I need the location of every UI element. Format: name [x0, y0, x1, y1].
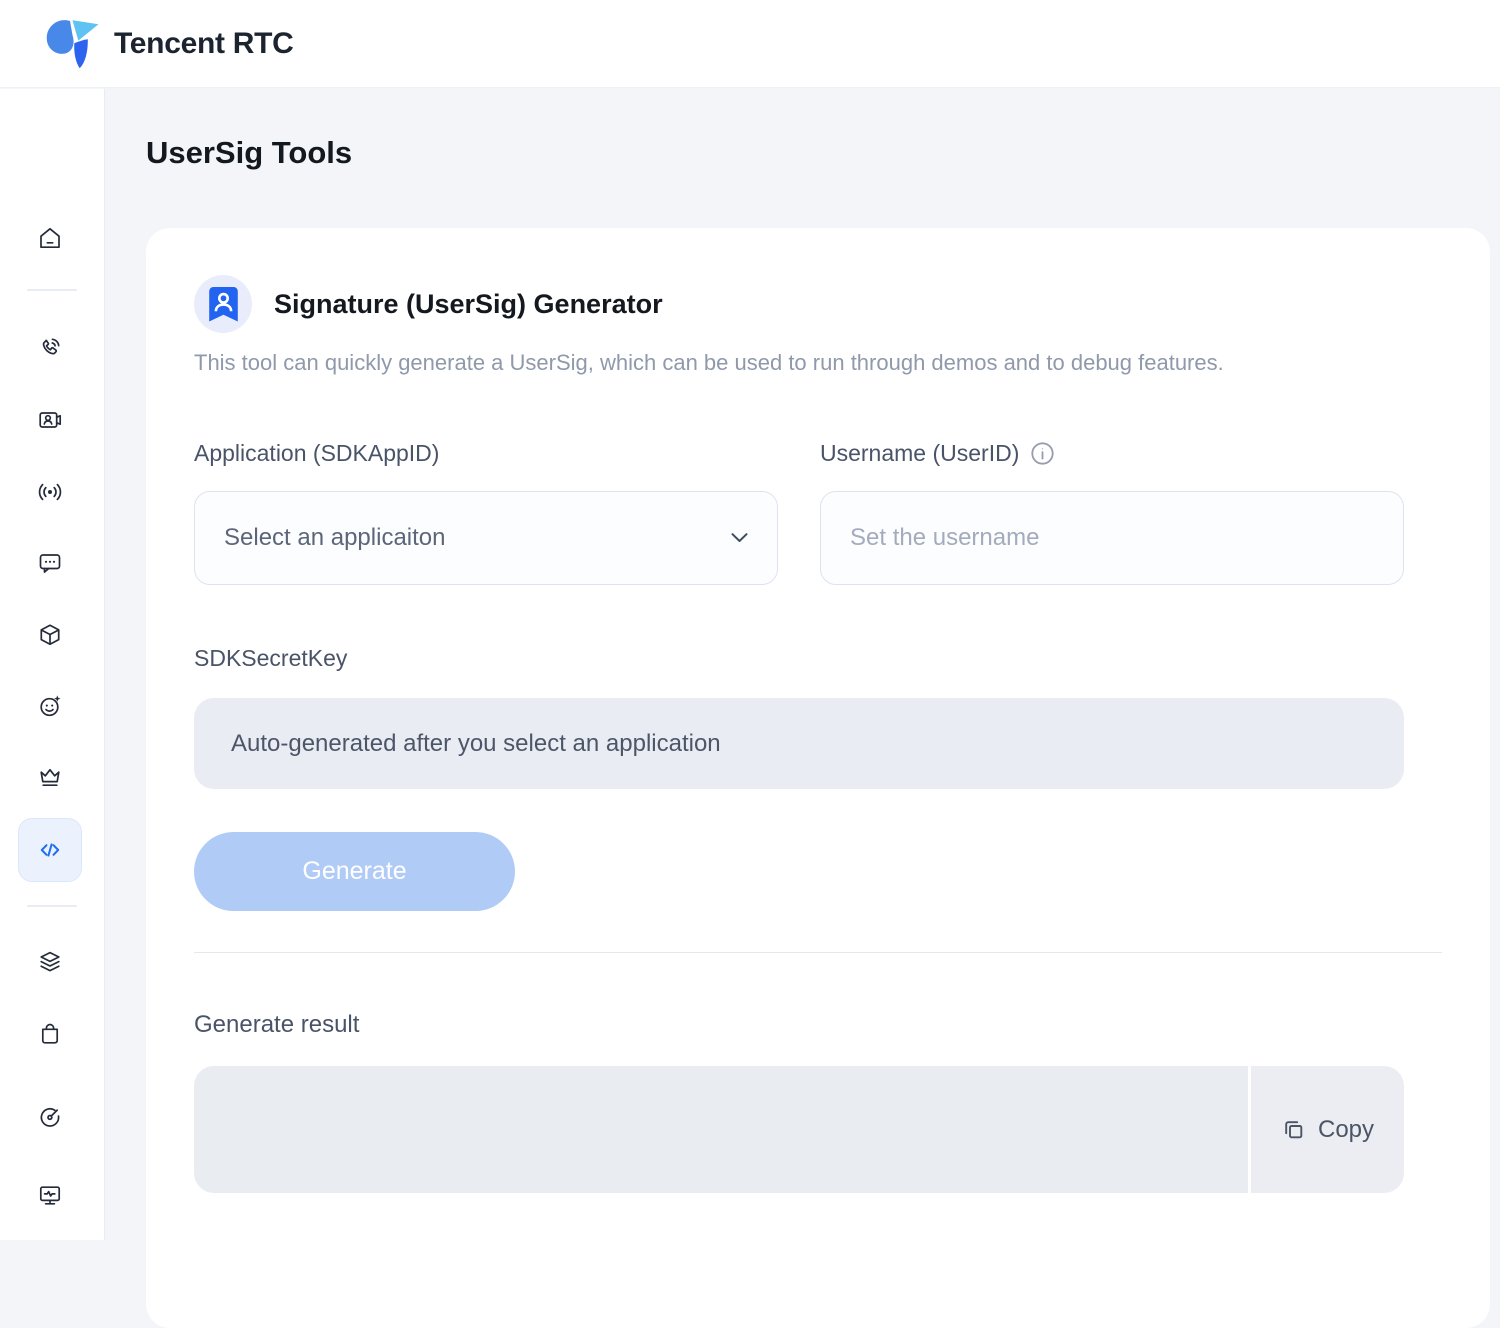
- application-select-placeholder: Select an applicaiton: [224, 524, 731, 552]
- username-label-text: Username (UserID): [820, 440, 1019, 467]
- sidebar-item-store[interactable]: [18, 1002, 82, 1066]
- code-icon: [36, 836, 64, 864]
- sidebar: [0, 89, 105, 1240]
- secret-key-field: Auto-generated after you select an appli…: [194, 698, 1404, 789]
- usersig-generator-card: Signature (UserSig) Generator This tool …: [146, 228, 1490, 1328]
- cube-icon: [36, 621, 64, 649]
- copy-icon: [1281, 1117, 1306, 1142]
- smiley-sparkle-icon: [36, 692, 64, 720]
- layers-icon: [36, 948, 64, 976]
- shopping-bag-icon: [36, 1020, 64, 1048]
- sidebar-item-dashboard[interactable]: [18, 1084, 82, 1148]
- sidebar-divider: [27, 289, 77, 291]
- generate-result-label: Generate result: [194, 1011, 1442, 1039]
- username-label: Username (UserID): [820, 440, 1404, 467]
- copy-button-label: Copy: [1318, 1116, 1374, 1144]
- tencent-rtc-logo-icon: [44, 15, 101, 72]
- chat-icon: [36, 549, 64, 577]
- broadcast-icon: [36, 478, 64, 506]
- sidebar-item-chat[interactable]: [18, 531, 82, 595]
- form-row: Application (SDKAppID) Select an applica…: [194, 440, 1404, 585]
- sidebar-item-video-call[interactable]: [18, 388, 82, 452]
- application-select[interactable]: Select an applicaiton: [194, 491, 778, 585]
- page-title: UserSig Tools: [146, 135, 352, 171]
- phone-call-icon: [36, 334, 64, 362]
- generate-result-row: Copy: [194, 1066, 1404, 1193]
- chevron-down-icon: [731, 533, 748, 543]
- sidebar-item-resources[interactable]: [18, 930, 82, 994]
- info-icon[interactable]: [1030, 441, 1055, 466]
- crown-icon: [36, 764, 64, 792]
- generate-result-output: [194, 1066, 1248, 1193]
- card-title: Signature (UserSig) Generator: [274, 289, 663, 320]
- application-label: Application (SDKAppID): [194, 440, 778, 467]
- sidebar-item-products[interactable]: [18, 603, 82, 667]
- brand-title: Tencent RTC: [114, 0, 293, 88]
- card-header: Signature (UserSig) Generator: [194, 275, 1442, 333]
- username-input[interactable]: [820, 491, 1404, 585]
- sidebar-item-effects[interactable]: [18, 674, 82, 738]
- copy-button[interactable]: Copy: [1251, 1066, 1404, 1193]
- monitor-pulse-icon: [36, 1181, 64, 1209]
- sidebar-divider: [27, 905, 77, 907]
- sidebar-item-monitor[interactable]: [18, 1163, 82, 1227]
- sidebar-item-live[interactable]: [18, 460, 82, 524]
- application-field-group: Application (SDKAppID) Select an applica…: [194, 440, 778, 585]
- card-description: This tool can quickly generate a UserSig…: [194, 350, 1442, 376]
- sidebar-item-premium[interactable]: [18, 746, 82, 810]
- main-content: UserSig Tools Signature (UserSig) Genera…: [105, 89, 1500, 1240]
- generate-button[interactable]: Generate: [194, 832, 515, 911]
- secret-key-label: SDKSecretKey: [194, 645, 1442, 672]
- app-header: Tencent RTC: [0, 0, 1500, 88]
- video-call-icon: [36, 406, 64, 434]
- username-field-group: Username (UserID): [820, 440, 1404, 585]
- sidebar-item-home[interactable]: [18, 206, 82, 270]
- home-icon: [36, 224, 64, 252]
- sidebar-item-developer-tools[interactable]: [18, 818, 82, 882]
- speedometer-icon: [36, 1102, 64, 1130]
- secret-key-value: Auto-generated after you select an appli…: [231, 730, 721, 758]
- section-divider: [194, 952, 1442, 953]
- usersig-badge-icon: [194, 275, 252, 333]
- sidebar-item-call[interactable]: [18, 316, 82, 380]
